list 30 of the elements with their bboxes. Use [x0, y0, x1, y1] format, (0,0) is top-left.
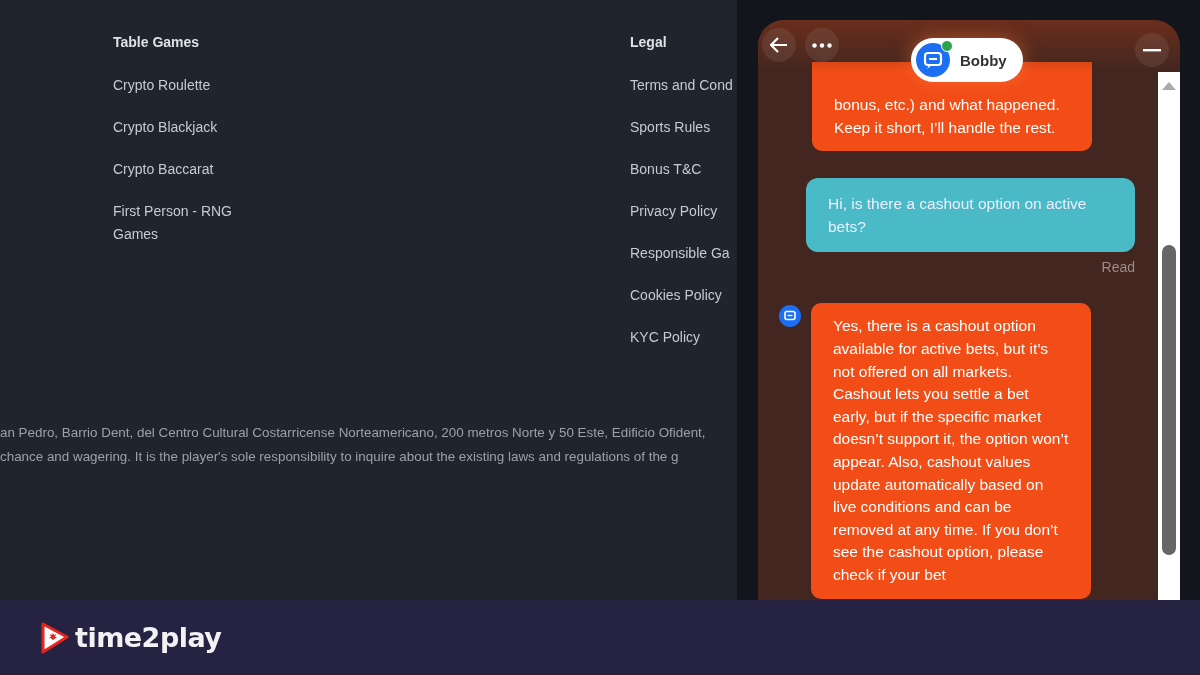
footer-link[interactable]: Bonus T&C [630, 158, 702, 181]
bot-message: Yes, there is a cashout option available for active bets, but it’s not offered on all markets. Cashout lets you settle a bet early, but if the specific market doesn’t support it, the option won’t appear. Also, cashout values update automatically based on live conditions and can be removed at any time. If you don’t see the cashout option, please check if your bet [811, 303, 1091, 599]
logo-icon [41, 621, 69, 654]
read-status: Read [1101, 258, 1135, 277]
brand-name: time2play [75, 622, 222, 653]
footer-link[interactable]: Responsible Ga [630, 242, 730, 265]
legal-text: an Pedro, Barrio Dent, del Centro Cultural Costarricense Norteamericano, 200 metros Norte y 50 Este, Edificio Ofident, [0, 425, 706, 440]
column-heading: Legal [630, 34, 668, 50]
footer-link[interactable]: KYC Policy [630, 326, 701, 349]
scroll-thumb[interactable] [1162, 245, 1176, 555]
column-heading: Table Games [113, 34, 201, 50]
footer-link[interactable]: Cookies Policy [630, 284, 722, 307]
legal-text: chance and wagering. It is the player's sole responsibility to inquire about the existing laws and regulations of the g [0, 449, 679, 464]
footer-link[interactable]: Crypto Baccarat [113, 158, 214, 181]
scrollbar[interactable] [1158, 72, 1180, 600]
footer-link[interactable]: Crypto Roulette [113, 74, 211, 97]
minimize-icon [1143, 48, 1161, 52]
chat-bot-icon [916, 43, 950, 77]
footer-link[interactable]: Privacy Policy [630, 200, 718, 223]
back-button[interactable] [762, 28, 796, 62]
more-icon [812, 42, 832, 48]
minimize-button[interactable] [1135, 33, 1169, 67]
footer-link[interactable]: Sports Rules [630, 116, 711, 139]
back-arrow-icon [770, 37, 788, 53]
user-message: Hi, is there a cashout option on active bets? [806, 178, 1135, 253]
footer-link[interactable]: Terms and Cond [630, 74, 733, 97]
footer-link[interactable]: First Person - RNG Games [113, 200, 243, 246]
agent-name: Bobby [960, 51, 1007, 69]
footer-link[interactable]: Crypto Blackjack [113, 116, 218, 139]
more-button[interactable] [805, 28, 839, 62]
